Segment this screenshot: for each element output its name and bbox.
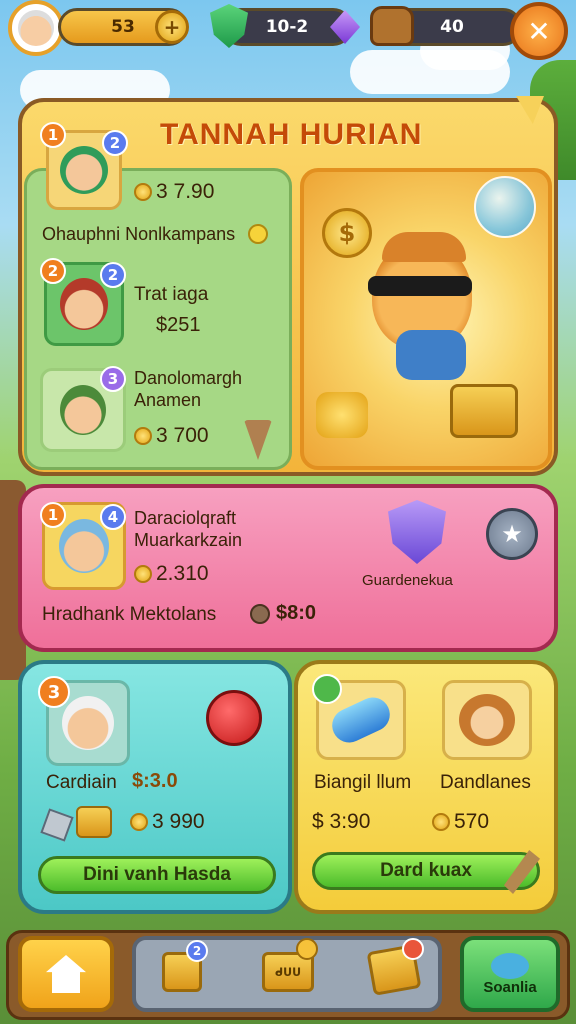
pink-item-name-line1: Daraciolqraft <box>134 508 237 528</box>
pet-resource-icon <box>370 6 414 46</box>
pink-item-name-line2: Muarkarkzain <box>134 530 243 550</box>
small-gem-icon <box>250 604 270 624</box>
sunglasses-icon <box>368 276 472 296</box>
bubble-icon <box>474 176 536 238</box>
add-coins-button[interactable]: + <box>155 10 189 44</box>
coin-icon <box>134 427 152 445</box>
close-button[interactable]: ✕ <box>510 2 568 60</box>
pink-price-row: 2.310 <box>134 562 209 586</box>
pet-price-row: 570 <box>432 810 489 834</box>
pet-item[interactable] <box>442 680 532 760</box>
item-3-name-line1: Danolomargh <box>134 368 243 388</box>
green-hat-kid-icon <box>60 385 106 435</box>
fish-icon <box>491 952 529 979</box>
item-2-badge-right: 2 <box>100 262 126 288</box>
pink-footer-text: Hradhank Mektolans <box>42 604 217 625</box>
old-woman-face-icon <box>18 10 54 46</box>
teal-price-row: 3 990 <box>130 810 205 834</box>
dog-icon <box>459 694 515 746</box>
teal-label-price: $:3.0 <box>132 770 178 792</box>
item-3-price-row: 3 700 <box>134 424 209 448</box>
nav-pet-button[interactable]: Soanlia <box>460 936 560 1012</box>
pet-price: 570 <box>454 810 490 833</box>
boxing-glove-icon <box>206 690 262 746</box>
item-3-name-line2: Anamen <box>134 390 202 410</box>
teal-price: 3 990 <box>152 810 205 833</box>
item-3-price: 3 700 <box>156 424 209 447</box>
item-1-name: Ohauphni Nonlkampans <box>42 224 236 244</box>
coin-icon <box>130 813 148 831</box>
coin-icon <box>134 565 152 583</box>
potion-icon <box>326 691 396 749</box>
pink-badge-left: 1 <box>40 502 66 528</box>
red-hat-kid-icon <box>60 278 108 330</box>
nav-ticket-label: ᑯᑌᑌ <box>274 965 302 979</box>
hero-body <box>396 330 466 380</box>
teal-buy-button[interactable]: Dini vanh Hasda <box>38 856 276 894</box>
chest-small-icon <box>76 806 112 838</box>
item-2-name: Trat iaga <box>134 284 209 305</box>
close-icon: ✕ <box>527 14 551 48</box>
treasure-chest-icon <box>450 384 518 438</box>
pink-price: 2.310 <box>156 562 209 585</box>
potion-badge <box>312 674 342 704</box>
sunglasses-kid-icon <box>60 146 108 194</box>
teal-label: Cardiain <box>46 772 117 793</box>
hat-icon <box>382 232 466 262</box>
gem-small-icon <box>248 224 268 244</box>
resource-count: 40 <box>440 17 464 37</box>
potion-name: Biangil llum <box>314 772 412 793</box>
item-2-badge-left: 2 <box>40 258 66 284</box>
item-1-price-row: 3 7.90 <box>134 180 214 204</box>
blue-hat-kid-icon <box>59 519 109 573</box>
item-1-price: 3 7.90 <box>156 180 215 203</box>
coin-icon <box>432 813 450 831</box>
item-3-badge: 3 <box>100 366 126 392</box>
nav-box-badge: 2 <box>186 940 208 962</box>
big-coin-icon: $ <box>322 208 372 258</box>
coin-icon <box>134 183 152 201</box>
item-2-price: $251 <box>156 314 201 336</box>
teal-buy-label: Dini vanh Hasda <box>83 864 231 885</box>
pink-footer-price: $8:0 <box>276 602 317 624</box>
teal-badge: 3 <box>38 676 70 708</box>
nav-map-badge <box>402 938 424 960</box>
pink-badge-right: 4 <box>100 504 126 530</box>
coin-count: 53 <box>111 17 135 37</box>
gem-count: 10-2 <box>265 17 309 37</box>
star-button[interactable]: ★ <box>486 508 538 560</box>
home-button[interactable] <box>18 936 114 1012</box>
yellow-buy-label: Dard kuax <box>380 860 472 881</box>
grandma-icon <box>62 696 114 750</box>
nav-pet-label: Soanlia <box>483 978 537 996</box>
shop-title: TANNAH HURIAN <box>160 118 423 151</box>
item-1-badge-left: 1 <box>40 122 66 148</box>
shield-label: Guardenekua <box>362 572 453 589</box>
pet-name: Dandlanes <box>440 772 531 793</box>
gear-icon <box>296 938 318 960</box>
home-icon <box>46 955 86 993</box>
player-avatar[interactable] <box>8 0 64 56</box>
gold-bow-icon <box>316 392 368 438</box>
item-1-badge-right: 2 <box>102 130 128 156</box>
potion-price: $ 3:90 <box>312 810 371 833</box>
